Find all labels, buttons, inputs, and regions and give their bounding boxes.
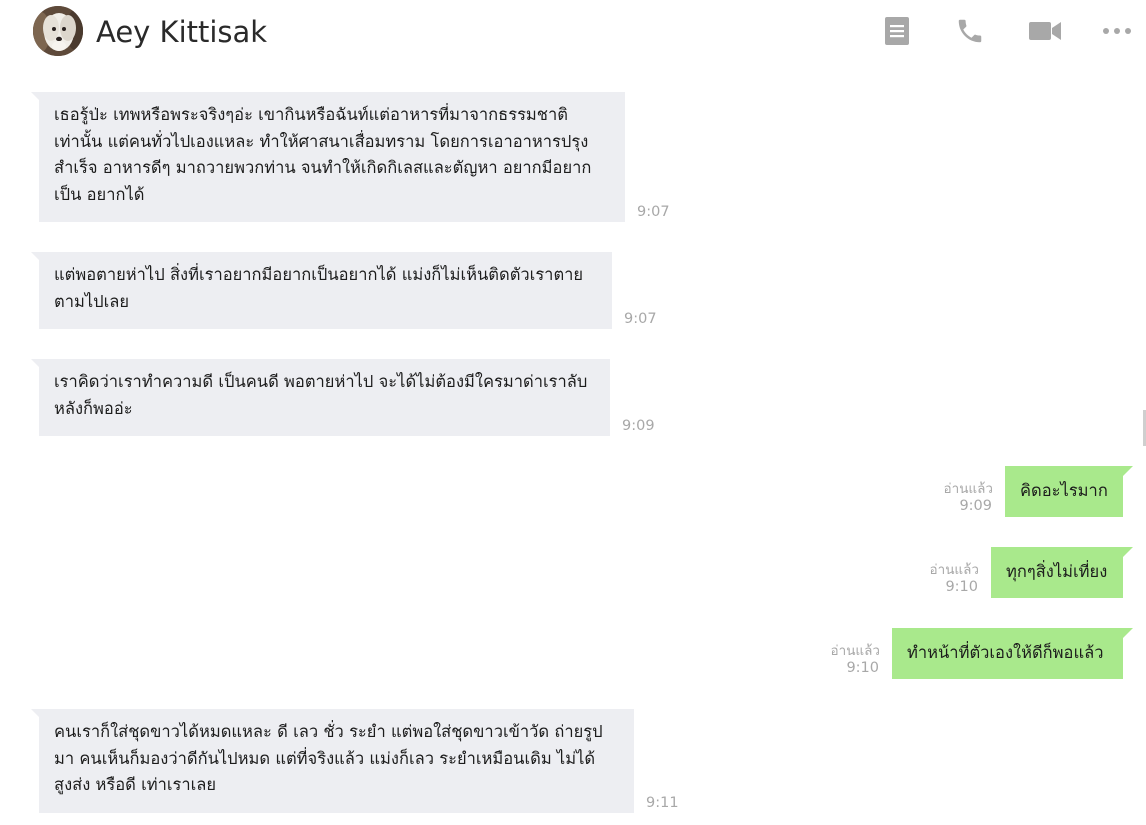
outgoing-message-bubble[interactable]: คิดอะไรมาก [1005,466,1133,517]
read-receipt: อ่านแล้ว [943,481,993,497]
message-text: คนเราก็ใส่ชุดขาวได้หมดแหละ ดี เลว ชั่ว ร… [54,722,603,794]
outgoing-message-bubble[interactable]: ทุกๆสิ่งไม่เที่ยง [991,547,1133,598]
outgoing-message-bubble[interactable]: ทำหน้าที่ตัวเองให้ดีก็พอแล้ว [892,628,1133,679]
read-receipt: อ่านแล้ว [830,643,880,659]
contact-avatar[interactable] [33,6,83,56]
incoming-message-bubble[interactable]: แต่พอตายห่าไป สิ่งที่เราอยากมีอยากเป็นอย… [31,252,612,329]
phone-icon[interactable] [952,14,988,48]
message-text: ทุกๆสิ่งไม่เที่ยง [1006,562,1108,581]
message-text: เราคิดว่าเราทำความดี เป็นคนดี พอตายห่าไป… [54,372,588,418]
incoming-message-bubble[interactable]: เธอรู้ป่ะ เทพหรือพระจริงๆอ่ะ เขากินหรือฉ… [31,92,625,222]
video-icon[interactable] [1026,14,1064,48]
message-text: ทำหน้าที่ตัวเองให้ดีก็พอแล้ว [907,643,1104,662]
contact-name: Aey Kittisak [96,15,268,49]
message-time: 9:09 [959,498,992,514]
message-time: 9:07 [637,204,670,220]
chat-header: Aey Kittisak [0,0,1146,64]
incoming-message-bubble[interactable]: คนเราก็ใส่ชุดขาวได้หมดแหละ ดี เลว ชั่ว ร… [31,709,634,813]
message-time: 9:10 [945,579,978,595]
message-time: 9:11 [646,795,679,811]
message-time: 9:10 [846,660,879,676]
message-text: เธอรู้ป่ะ เทพหรือพระจริงๆอ่ะ เขากินหรือฉ… [54,105,592,204]
read-receipt: อ่านแล้ว [929,562,979,578]
incoming-message-bubble[interactable]: เราคิดว่าเราทำความดี เป็นคนดี พอตายห่าไป… [31,359,610,436]
more-icon[interactable] [1100,14,1134,48]
message-text: แต่พอตายห่าไป สิ่งที่เราอยากมีอยากเป็นอย… [54,265,584,311]
message-time: 9:07 [624,311,657,327]
message-time: 9:09 [622,418,655,434]
message-text: คิดอะไรมาก [1020,481,1108,500]
notes-icon[interactable] [880,14,914,48]
